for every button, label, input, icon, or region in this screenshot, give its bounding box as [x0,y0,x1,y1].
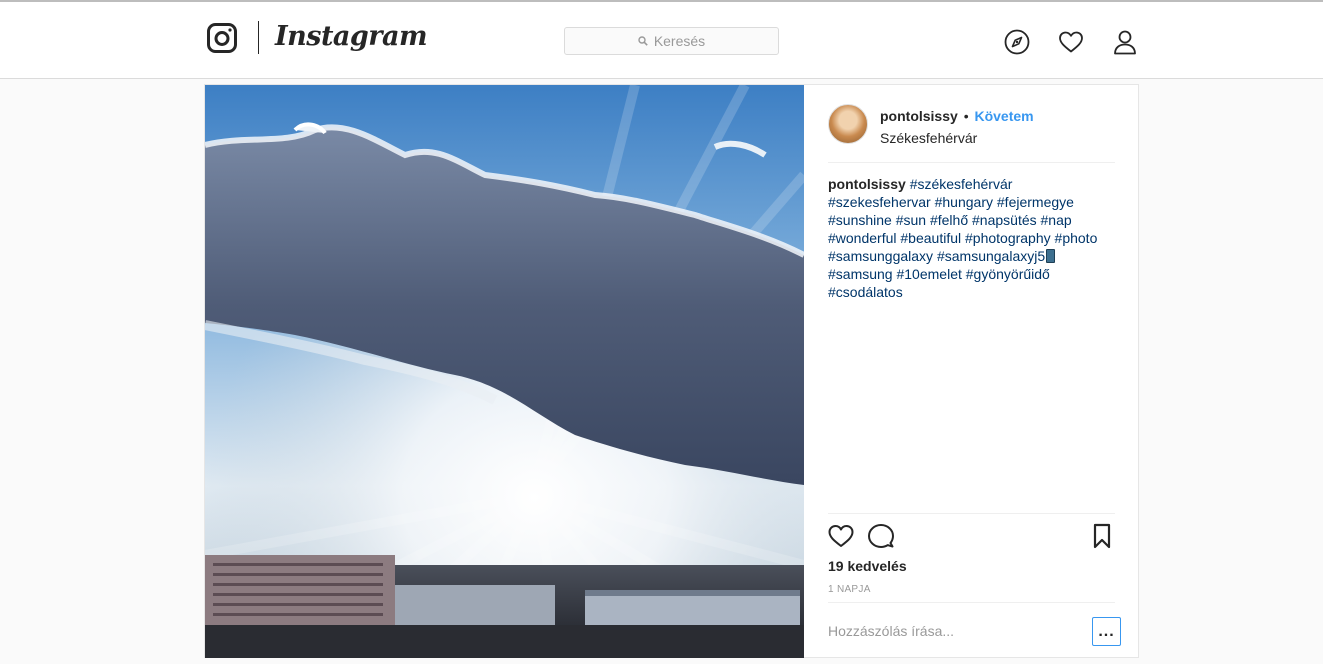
bookmark-icon[interactable] [1089,523,1115,549]
heart-icon[interactable] [1058,29,1084,55]
top-navigation-bar: Instagram Keresés [0,2,1323,79]
comment-bubble-icon[interactable] [868,523,894,549]
separator-dot: • [963,108,969,124]
post-card: pontolsissy • Követem Székesfehérvár pon… [204,84,1139,658]
post-actions [828,523,1115,551]
hashtag-link[interactable]: #szekesfehervar [828,194,931,210]
hashtag-link[interactable]: #felhő [930,212,968,228]
hashtag-link[interactable]: #sunshine [828,212,892,228]
hashtag-link[interactable]: #székesfehérvár [910,176,1013,192]
post-sidebar: pontolsissy • Követem Székesfehérvár pon… [828,85,1121,658]
hashtag-link[interactable]: #samsung [828,266,893,282]
search-box[interactable]: Keresés [564,27,779,55]
hashtag-link[interactable]: #samsungalaxyj5 [937,248,1045,264]
hashtag-link[interactable]: #samsunggalaxy [828,248,933,264]
hashtag-link[interactable]: #csodálatos [828,284,903,300]
hashtag-link[interactable]: #photo [1055,230,1098,246]
post-location[interactable]: Székesfehérvár [880,130,977,146]
more-options-button[interactable]: ... [1092,617,1121,646]
instagram-camera-icon[interactable] [207,23,237,53]
hashtag-link[interactable]: #gyönyörűidő [966,266,1050,282]
follow-button[interactable]: Követem [974,108,1033,124]
hashtag-link[interactable]: #sun [896,212,926,228]
hashtag-link[interactable]: #photography [965,230,1051,246]
post-header: pontolsissy • Követem [880,108,1034,124]
search-icon [638,36,648,46]
explore-icon[interactable] [1004,29,1030,55]
header-divider [828,162,1115,163]
post-photo[interactable] [205,85,804,658]
hashtag-link[interactable]: #napsütés [972,212,1037,228]
avatar[interactable] [828,104,868,144]
comment-divider [828,602,1115,603]
logo-divider [258,21,259,54]
hashtag-link[interactable]: #hungary [935,194,993,210]
instagram-wordmark[interactable]: Instagram [275,17,428,57]
hashtag-link[interactable]: #nap [1041,212,1072,228]
hashtag-link[interactable]: #fejermegye [997,194,1074,210]
hashtag-link[interactable]: #10emelet [896,266,961,282]
post-caption: pontolsissy #székesfehérvár #szekesfeher… [828,175,1115,301]
like-count[interactable]: 19 kedvelés [828,558,907,574]
like-heart-icon[interactable] [828,523,854,549]
caption-username[interactable]: pontolsissy [828,176,906,192]
mobile-phone-emoji-icon [1046,249,1056,263]
post-timestamp[interactable]: 1 NAPJA [828,584,871,595]
post-photo-image [205,85,804,658]
hashtag-link[interactable]: #wonderful [828,230,897,246]
post-username[interactable]: pontolsissy [880,108,958,124]
hashtag-link[interactable]: #beautiful [900,230,961,246]
comment-input[interactable] [828,621,1083,641]
search-placeholder: Keresés [653,33,706,49]
actions-divider [828,513,1115,514]
profile-icon[interactable] [1112,29,1138,55]
